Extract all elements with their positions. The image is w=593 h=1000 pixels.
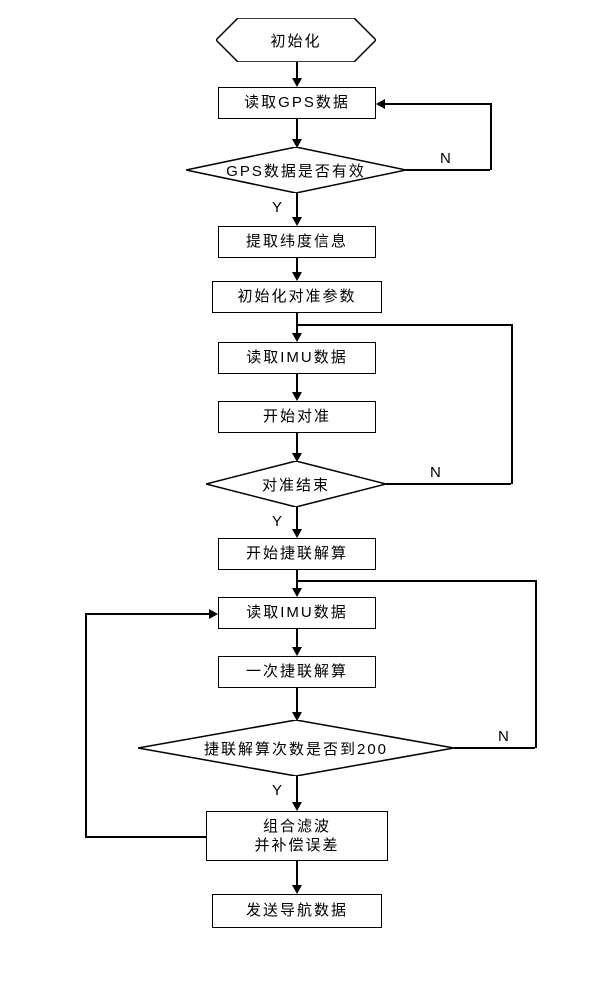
edge-label-no: N — [498, 728, 511, 745]
align-done-label: 对准结束 — [206, 461, 386, 507]
arrowhead — [292, 529, 302, 538]
edge — [490, 103, 492, 170]
arrowhead — [292, 392, 302, 401]
edge — [296, 861, 298, 887]
extract-lat-label: 提取纬度信息 — [246, 232, 348, 252]
arrowhead — [292, 78, 302, 87]
read-gps-label: 读取GPS数据 — [244, 93, 350, 113]
edge — [511, 324, 513, 484]
edge-label-yes: Y — [272, 199, 284, 216]
edge — [296, 507, 298, 531]
edge — [297, 580, 536, 582]
arrowhead — [292, 588, 302, 597]
start-align-node: 开始对准 — [218, 401, 376, 433]
edge — [296, 374, 298, 394]
read-gps-node: 读取GPS数据 — [218, 87, 376, 119]
count-200-label: 捷联解算次数是否到200 — [138, 720, 454, 776]
filter-node: 组合滤波 并补偿误差 — [206, 811, 388, 861]
arrowhead — [209, 609, 218, 619]
count-200-decision: 捷联解算次数是否到200 — [138, 720, 454, 776]
arrowhead — [292, 802, 302, 811]
gps-valid-label: GPS数据是否有效 — [186, 147, 406, 193]
filter-label: 组合滤波 并补偿误差 — [254, 817, 339, 856]
arrowhead — [292, 333, 302, 342]
edge — [296, 629, 298, 649]
edge — [296, 688, 298, 714]
edge — [454, 747, 535, 749]
init-align-label: 初始化对准参数 — [237, 287, 356, 307]
one-sins-label: 一次捷联解算 — [246, 662, 348, 682]
edge-label-no: N — [430, 464, 443, 481]
edge — [296, 193, 298, 219]
edge — [296, 119, 298, 141]
edge — [296, 776, 298, 804]
edge — [85, 836, 207, 838]
edge — [297, 324, 512, 326]
start-sins-label: 开始捷联解算 — [246, 544, 348, 564]
read-imu2-label: 读取IMU数据 — [246, 603, 348, 623]
edge — [386, 483, 511, 485]
read-imu2-node: 读取IMU数据 — [218, 597, 376, 629]
start-label: 初始化 — [216, 18, 376, 62]
edge-label-no: N — [440, 150, 453, 167]
arrowhead — [292, 647, 302, 656]
arrowhead — [292, 885, 302, 894]
edge-label-yes: Y — [272, 782, 284, 799]
extract-lat-node: 提取纬度信息 — [218, 226, 376, 258]
send-label: 发送导航数据 — [246, 901, 348, 921]
gps-valid-decision: GPS数据是否有效 — [186, 147, 406, 193]
read-imu1-label: 读取IMU数据 — [246, 348, 348, 368]
arrowhead — [376, 99, 385, 109]
edge — [85, 613, 210, 615]
one-sins-node: 一次捷联解算 — [218, 656, 376, 688]
start-sins-node: 开始捷联解算 — [218, 538, 376, 570]
edge — [535, 580, 537, 748]
read-imu1-node: 读取IMU数据 — [218, 342, 376, 374]
edge-label-yes: Y — [272, 513, 284, 530]
edge — [296, 433, 298, 455]
edge — [85, 613, 87, 837]
start-align-label: 开始对准 — [263, 407, 331, 427]
arrowhead — [292, 217, 302, 226]
align-done-decision: 对准结束 — [206, 461, 386, 507]
send-node: 发送导航数据 — [212, 894, 382, 928]
init-align-node: 初始化对准参数 — [212, 281, 382, 313]
edge — [406, 169, 490, 171]
edge — [384, 103, 491, 105]
start-node: 初始化 — [216, 18, 376, 62]
arrowhead — [292, 272, 302, 281]
